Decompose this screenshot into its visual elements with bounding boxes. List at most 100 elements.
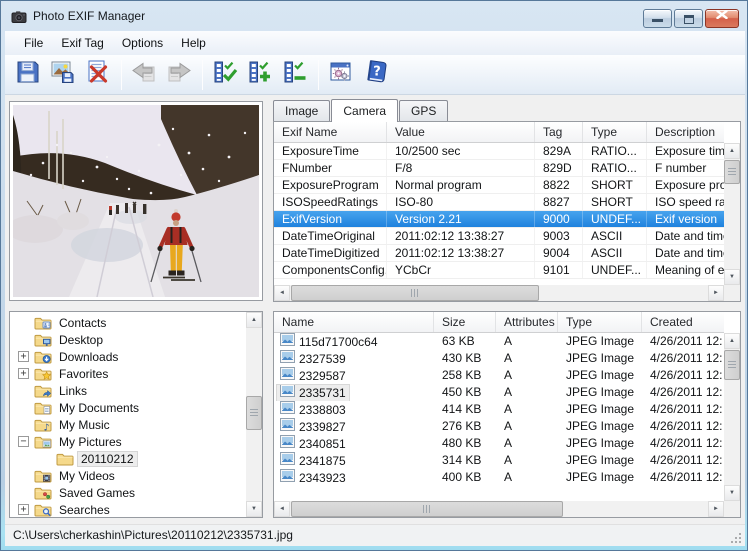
file-vertical-scrollbar[interactable]: ▲ ▼ [724,333,740,501]
file-column-header[interactable]: Type [558,312,642,332]
film-plus-icon [247,59,273,90]
scroll-thumb[interactable] [724,350,740,380]
tree-item-my-documents[interactable]: My Documents [10,399,246,416]
file-row[interactable]: 2343923400 KBAJPEG Image4/26/2011 12: [274,469,724,486]
links-folder-icon [34,384,52,398]
close-button[interactable] [705,9,739,28]
collapse-icon[interactable]: − [18,436,29,447]
tree-item-downloads[interactable]: +Downloads [10,348,246,365]
exif-row[interactable]: ExposureProgramNormal program8822SHORTEx… [274,177,724,194]
tree-item-links[interactable]: Links [10,382,246,399]
help-button[interactable]: ? [359,58,392,91]
scroll-down-button[interactable]: ▼ [724,485,740,501]
folder-tree-body: ContactsDesktop+Downloads+FavoritesLinks… [10,314,246,517]
menu-item-help[interactable]: Help [172,33,215,53]
exif-vertical-scrollbar[interactable]: ▲ ▼ [724,143,740,285]
exif-column-header[interactable]: Description [647,122,741,142]
title-bar[interactable]: Photo EXIF Manager [1,1,747,31]
expand-icon[interactable]: + [18,351,29,362]
file-name: 2338803 [277,402,349,418]
exif-cell: 9000 [535,211,583,227]
file-cell: 258 KB [434,367,496,384]
file-name-label: 115d71700c64 [299,334,378,350]
scroll-left-button[interactable]: ◄ [274,285,290,301]
save-image-button[interactable] [46,58,79,91]
close-icon [716,6,728,24]
file-row[interactable]: 2339827276 KBAJPEG Image4/26/2011 12: [274,418,724,435]
exif-column-header[interactable]: Tag [535,122,583,142]
scroll-up-button[interactable]: ▲ [246,312,262,328]
file-row[interactable]: 2327539430 KBAJPEG Image4/26/2011 12: [274,350,724,367]
exif-cell: 9003 [535,228,583,244]
menu-item-file[interactable]: File [15,33,52,53]
scroll-thumb[interactable] [291,501,563,517]
svg-text:♪: ♪ [44,422,50,432]
tree-item-desktop[interactable]: Desktop [10,331,246,348]
exif-column-header[interactable]: Type [583,122,647,142]
file-row[interactable]: 2335731450 KBAJPEG Image4/26/2011 12: [274,384,724,401]
exif-column-header[interactable]: Exif Name [274,122,387,142]
scroll-thumb[interactable] [246,396,262,430]
exif-remove-button[interactable] [278,58,311,91]
tree-item-contacts[interactable]: Contacts [10,314,246,331]
tree-vertical-scrollbar[interactable]: ▲ ▼ [246,312,262,517]
save-button[interactable] [11,58,44,91]
scroll-down-button[interactable]: ▼ [246,501,262,517]
menu-item-exif-tag[interactable]: Exif Tag [52,33,112,53]
file-row[interactable]: 2338803414 KBAJPEG Image4/26/2011 12: [274,401,724,418]
exif-column-header[interactable]: Value [387,122,535,142]
minimize-button[interactable] [643,9,672,28]
exif-row[interactable]: FNumberF/8829DRATIO...F number [274,160,724,177]
tree-item-my-pictures[interactable]: −My Pictures [10,433,246,450]
exif-row[interactable]: ExposureTime10/2500 sec829ARATIO...Expos… [274,143,724,160]
tree-item-my-videos[interactable]: My Videos [10,467,246,484]
file-cell: 63 KB [434,333,496,350]
exif-add-button[interactable] [243,58,276,91]
file-row[interactable]: 2341875314 KBAJPEG Image4/26/2011 12: [274,452,724,469]
exif-row[interactable]: DateTimeDigitized2011:02:12 13:38:279004… [274,245,724,262]
resize-grip[interactable] [730,531,743,544]
menu-item-options[interactable]: Options [113,33,172,53]
file-column-header[interactable]: Size [434,312,496,332]
exif-cell: UNDEF... [583,211,647,227]
file-row[interactable]: 115d71700c6463 KBAJPEG Image4/26/2011 12… [274,333,724,350]
scroll-up-button[interactable]: ▲ [724,333,740,349]
file-horizontal-scrollbar[interactable]: ◄ ► [274,501,724,517]
file-column-header[interactable]: Created [642,312,741,332]
tab-gps[interactable]: GPS [399,100,448,121]
file-row[interactable]: 2329587258 KBAJPEG Image4/26/2011 12: [274,367,724,384]
exif-row[interactable]: ISOSpeedRatingsISO-808827SHORTISO speed … [274,194,724,211]
tree-item-20110212[interactable]: 20110212 [10,450,246,467]
exif-row[interactable]: ComponentsConfig...YCbCr9101UNDEF...Mean… [274,262,724,279]
scroll-right-button[interactable]: ► [708,501,724,517]
file-row[interactable]: 2340851480 KBAJPEG Image4/26/2011 12: [274,435,724,452]
tree-item-my-music[interactable]: ♪My Music [10,416,246,433]
scroll-right-button[interactable]: ► [708,285,724,301]
options-button[interactable] [324,58,357,91]
tree-item-searches[interactable]: +Searches [10,501,246,517]
file-cell: 115d71700c64 [274,333,434,350]
scroll-left-button[interactable]: ◄ [274,501,290,517]
expand-icon[interactable]: + [18,368,29,379]
tab-camera[interactable]: Camera [331,99,398,122]
file-cell: 4/26/2011 12: [642,435,724,452]
scroll-down-button[interactable]: ▼ [724,269,740,285]
exif-row[interactable]: DateTimeOriginal2011:02:12 13:38:279003A… [274,228,724,245]
main-content: ImageCameraGPS Exif NameValueTagTypeDesc… [5,95,745,524]
exif-row[interactable]: ExifVersionVersion 2.219000UNDEF...Exif … [274,211,724,228]
exif-horizontal-scrollbar[interactable]: ◄ ► [274,285,724,301]
exif-validate-button[interactable] [208,58,241,91]
expand-icon[interactable]: + [18,504,29,515]
file-column-header[interactable]: Name [274,312,434,332]
tree-item-favorites[interactable]: +Favorites [10,365,246,382]
tree-item-saved-games[interactable]: Saved Games [10,484,246,501]
image-floppy-icon [50,59,76,90]
file-column-header[interactable]: Attributes [496,312,558,332]
jpeg-file-icon [280,401,295,418]
maximize-button[interactable] [674,9,703,28]
delete-exif-button[interactable] [81,58,114,91]
scroll-up-button[interactable]: ▲ [724,143,740,159]
tab-image[interactable]: Image [273,100,330,121]
scroll-thumb[interactable] [291,285,539,301]
scroll-thumb[interactable] [724,160,740,184]
